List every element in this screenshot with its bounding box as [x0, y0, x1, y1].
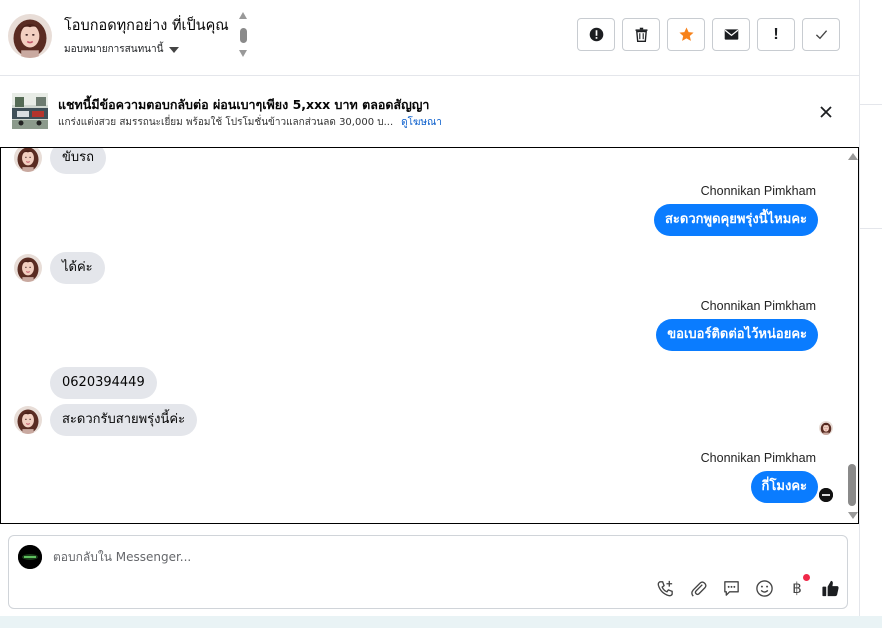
- sender-name: Chonnikan Pimkham: [700, 184, 816, 198]
- message-thread[interactable]: ขับรถ Chonnikan Pimkham สะดวกพูดคุยพรุ่ง…: [0, 147, 859, 524]
- assign-conversation-dropdown[interactable]: มอบหมายการสนทนานี้: [64, 42, 180, 57]
- payment-button[interactable]: ฿: [787, 574, 810, 598]
- outgoing-message-row: กี่โมงคะ: [750, 471, 818, 503]
- incoming-message[interactable]: สะดวกรับสายพรุ่งนี้ค่ะ: [50, 404, 198, 436]
- conversation-actions: !: [577, 18, 840, 51]
- ad-title: แชทนี้มีข้อความตอบกลับต่อ ผ่อนเบาๆเพียง …: [58, 97, 430, 112]
- outgoing-message[interactable]: ขอเบอร์ติดต่อไว้หน่อยคะ: [656, 319, 818, 351]
- envelope-icon: [724, 29, 738, 40]
- exclamation-icon: !: [773, 25, 779, 43]
- outgoing-message[interactable]: สะดวกพูดคุยพรุ่งนี้ไหมคะ: [654, 204, 818, 236]
- like-button[interactable]: [820, 578, 840, 598]
- reply-composer: ฿: [8, 535, 848, 609]
- incoming-message-row: สะดวกรับสายพรุ่งนี้ค่ะ: [14, 404, 198, 436]
- baht-icon: ฿: [792, 579, 802, 597]
- scroll-down-arrow-icon[interactable]: [848, 512, 858, 519]
- notification-dot: [803, 574, 810, 581]
- ad-subtitle: แกร่งแต่งสวย สมรรถนะเยี่ยม พร้อมใช้ โปรโ…: [58, 117, 394, 128]
- scroll-up-arrow-icon[interactable]: [848, 153, 858, 160]
- incoming-message-row: ได้ค่ะ: [14, 252, 105, 284]
- page-background: [0, 616, 882, 628]
- incoming-message[interactable]: 0620394449: [50, 367, 157, 399]
- incoming-message[interactable]: ขับรถ: [50, 148, 106, 174]
- assign-label: มอบหมายการสนทนานี้: [64, 44, 164, 55]
- outgoing-message-row: สะดวกพูดคุยพรุ่งนี้ไหมคะ: [654, 204, 818, 236]
- conversation-header: โอบกอดทุกอย่าง ที่เป็นคุณ มอบหมายการสนทน…: [0, 0, 859, 76]
- contact-avatar-small[interactable]: [14, 406, 42, 434]
- thumbs-up-icon: [821, 580, 839, 596]
- mark-unread-button[interactable]: [712, 18, 750, 51]
- view-ad-link[interactable]: ดูโฆษณา: [401, 115, 442, 130]
- alert-circle-icon: [589, 27, 603, 42]
- delete-button[interactable]: [622, 18, 660, 51]
- star-button[interactable]: [667, 18, 705, 51]
- name-scrollbar[interactable]: [239, 12, 249, 60]
- page-avatar-tiny: [819, 488, 833, 502]
- saved-replies-button[interactable]: [721, 578, 741, 598]
- conversation-name[interactable]: โอบกอดทุกอย่าง ที่เป็นคุณ: [64, 14, 229, 37]
- emoji-button[interactable]: [754, 578, 774, 598]
- contact-avatar[interactable]: [8, 14, 52, 58]
- follow-up-button[interactable]: !: [757, 18, 795, 51]
- ad-subtitle-row: แกร่งแต่งสวย สมรรถนะเยี่ยม พร้อมใช้ โปรโ…: [58, 115, 442, 130]
- call-add-icon: [657, 580, 673, 596]
- call-button[interactable]: [655, 578, 675, 598]
- chat-scrollbar[interactable]: [845, 148, 858, 522]
- done-button[interactable]: [802, 18, 840, 51]
- close-banner-button[interactable]: [816, 102, 836, 122]
- side-panel-edge: [859, 0, 882, 628]
- star-icon: [678, 27, 694, 41]
- divider: [860, 104, 882, 105]
- ad-thumbnail[interactable]: [12, 93, 48, 129]
- incoming-message-row: 0620394449: [50, 367, 157, 399]
- divider: [860, 228, 882, 229]
- sender-name: Chonnikan Pimkham: [700, 299, 816, 313]
- outgoing-message-row: ขอเบอร์ติดต่อไว้หน่อยคะ: [656, 319, 818, 351]
- incoming-message[interactable]: ได้ค่ะ: [50, 252, 105, 284]
- composer-toolbar: ฿: [655, 574, 840, 598]
- check-icon: [815, 30, 827, 40]
- trash-icon: [635, 27, 647, 42]
- paperclip-icon: [690, 580, 707, 597]
- scroll-up-arrow-icon[interactable]: [239, 12, 247, 19]
- chat-bubble-icon: [723, 580, 739, 596]
- scroll-down-arrow-icon[interactable]: [239, 50, 247, 57]
- mark-spam-button[interactable]: [577, 18, 615, 51]
- attach-button[interactable]: [688, 578, 708, 598]
- reply-input[interactable]: [53, 550, 653, 564]
- scroll-thumb[interactable]: [848, 464, 856, 506]
- smiley-icon: [755, 579, 773, 597]
- outgoing-message[interactable]: กี่โมงคะ: [750, 471, 818, 503]
- scroll-thumb[interactable]: [240, 28, 247, 43]
- sender-name: Chonnikan Pimkham: [700, 451, 816, 465]
- ad-context-banner: แชทนี้มีข้อความตอบกลับต่อ ผ่อนเบาๆเพียง …: [0, 77, 859, 147]
- seen-receipt-avatar: [819, 421, 833, 435]
- incoming-message-row: ขับรถ: [14, 147, 106, 174]
- close-icon: [820, 106, 832, 118]
- contact-avatar-small[interactable]: [14, 147, 42, 172]
- chevron-down-icon: [169, 46, 180, 53]
- page-avatar: [18, 545, 42, 569]
- contact-avatar-small[interactable]: [14, 254, 42, 282]
